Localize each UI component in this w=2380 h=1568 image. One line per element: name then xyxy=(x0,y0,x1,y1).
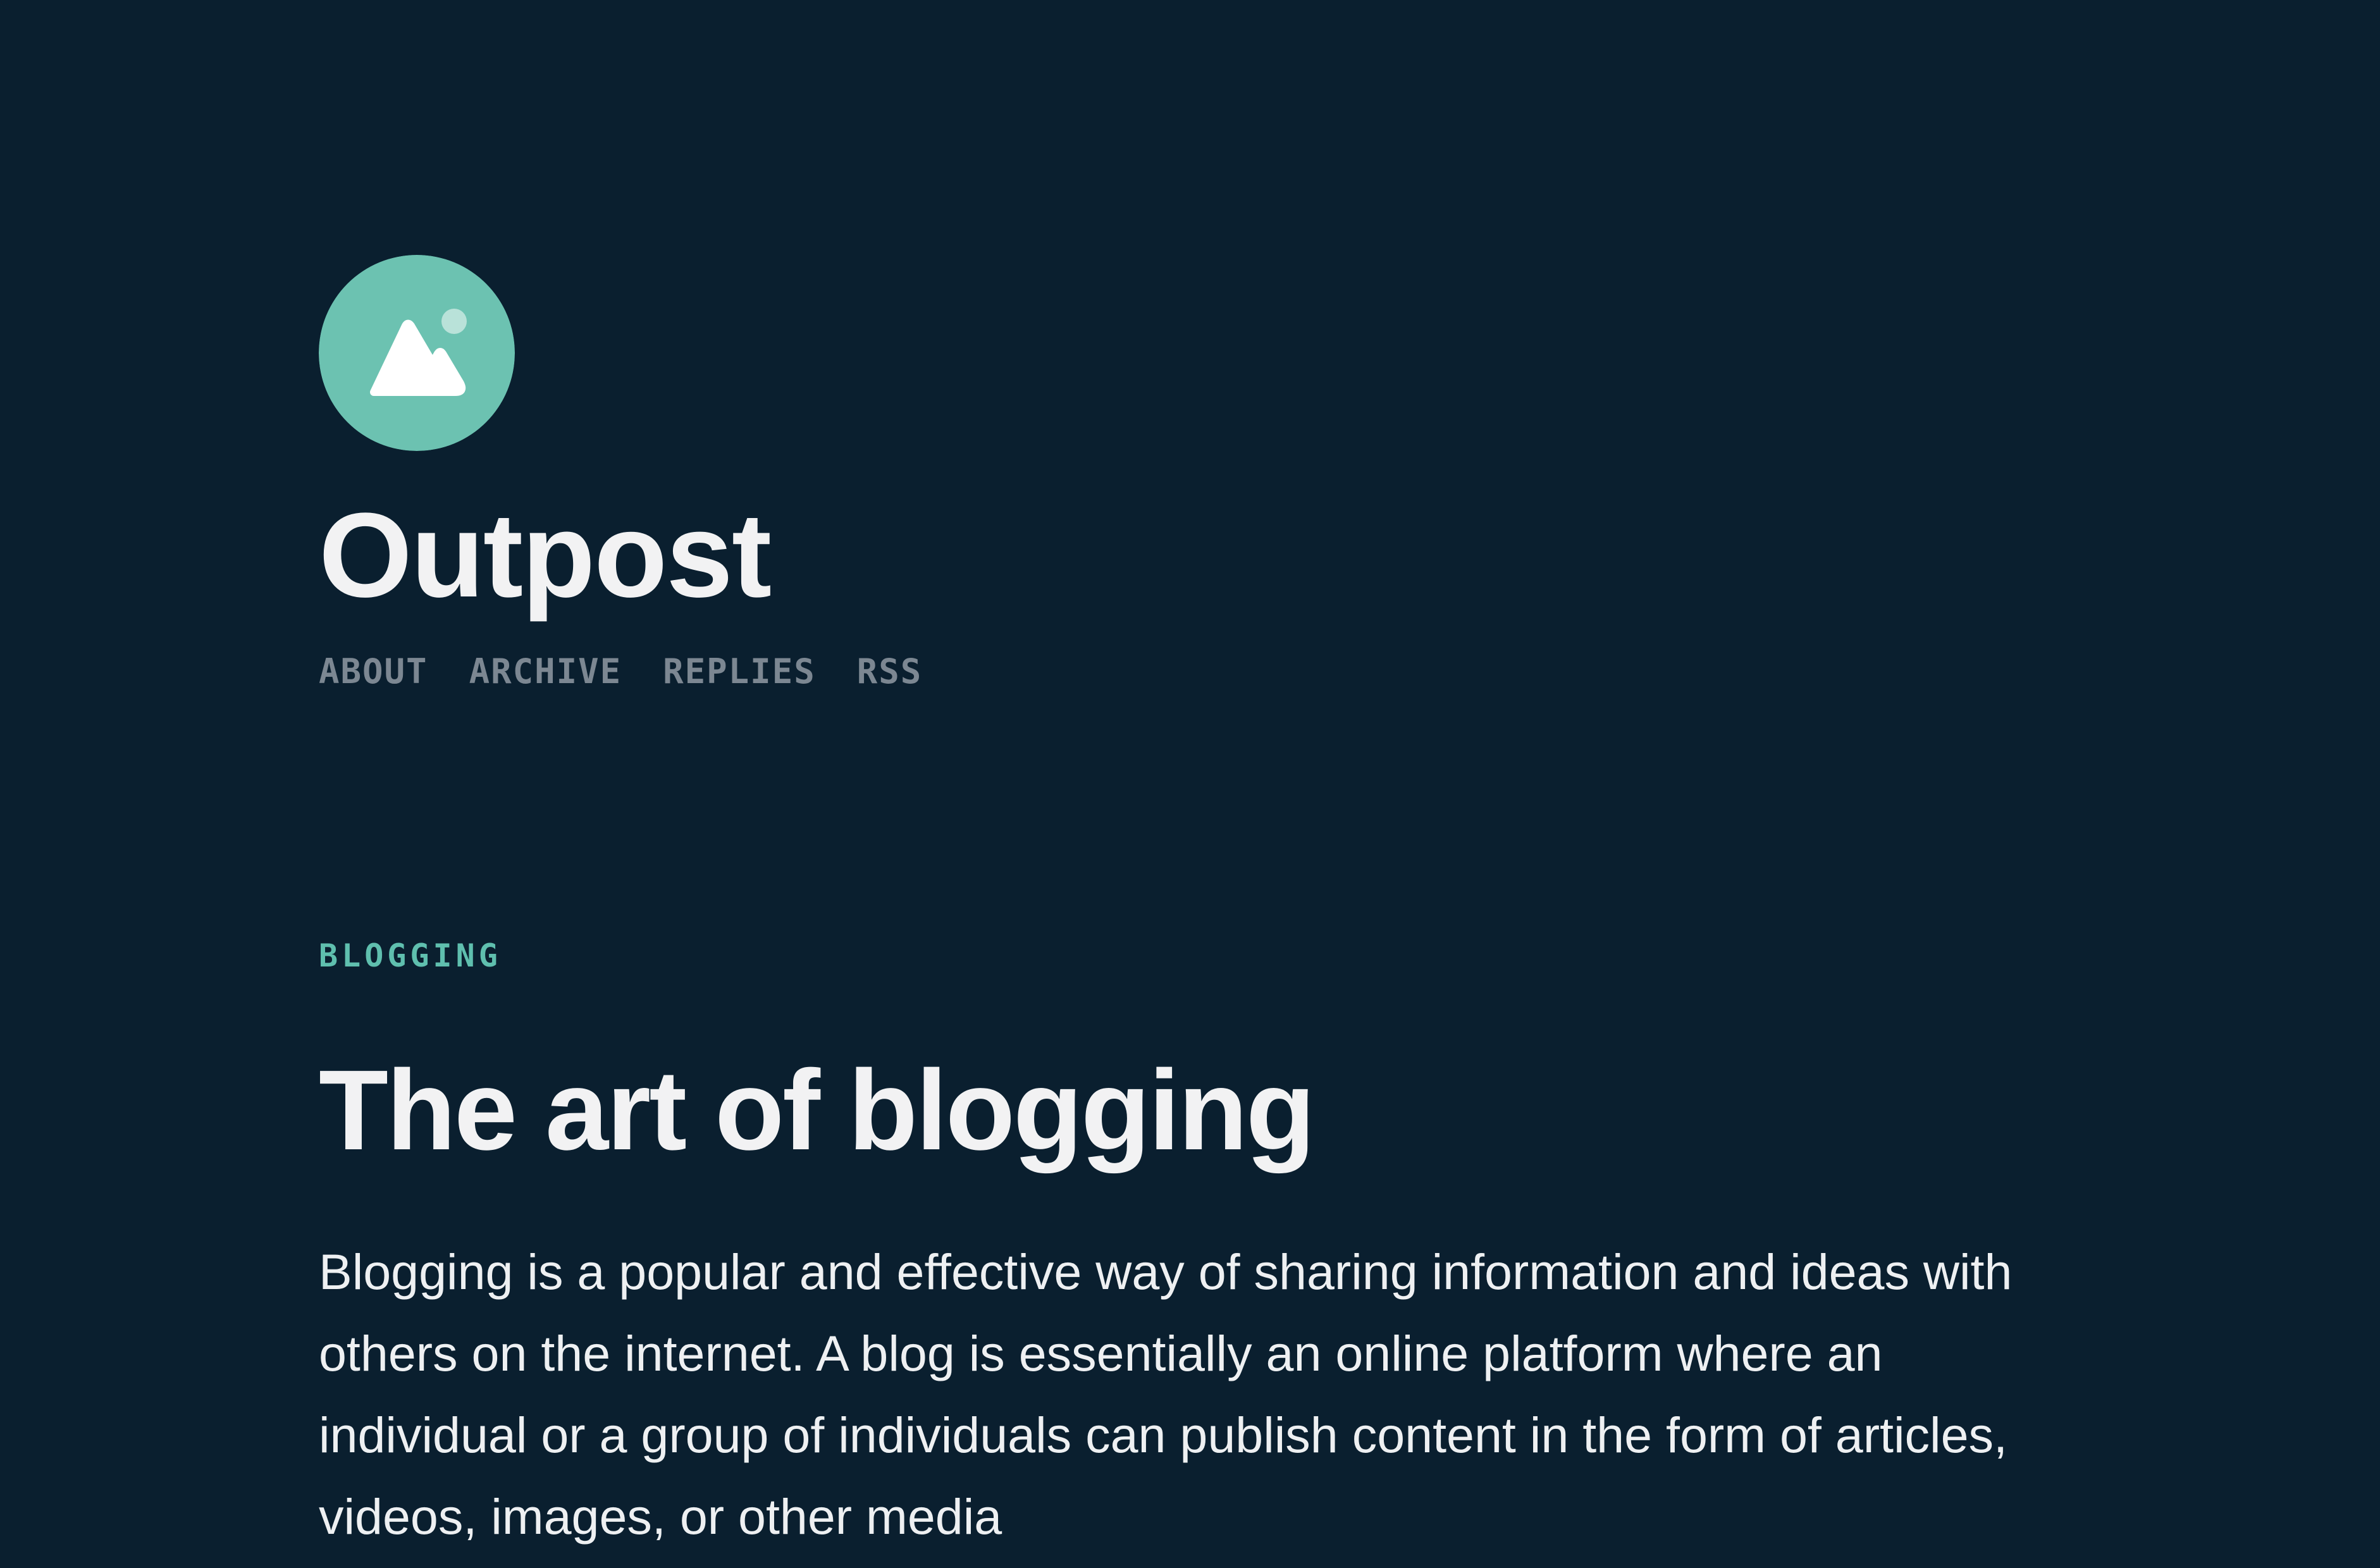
nav-item-archive[interactable]: ARCHIVE xyxy=(469,655,622,689)
site-header: Outpost ABOUT ARCHIVE REPLIES RSS xyxy=(319,255,2026,689)
site-logo-link[interactable] xyxy=(319,255,515,451)
mountain-icon xyxy=(319,255,515,451)
nav-item-replies[interactable]: REPLIES xyxy=(663,655,816,689)
site-title[interactable]: Outpost xyxy=(319,495,772,615)
nav-item-rss[interactable]: RSS xyxy=(857,655,923,689)
post: BLOGGING The art of blogging Blogging is… xyxy=(319,940,2026,1545)
post-category-tag[interactable]: BLOGGING xyxy=(319,940,502,972)
nav-item-about[interactable]: ABOUT xyxy=(319,655,428,689)
post-title[interactable]: The art of blogging xyxy=(319,1054,1316,1168)
site-nav: ABOUT ARCHIVE REPLIES RSS xyxy=(319,655,922,689)
post-body: Blogging is a popular and effective way … xyxy=(319,1244,2013,1545)
